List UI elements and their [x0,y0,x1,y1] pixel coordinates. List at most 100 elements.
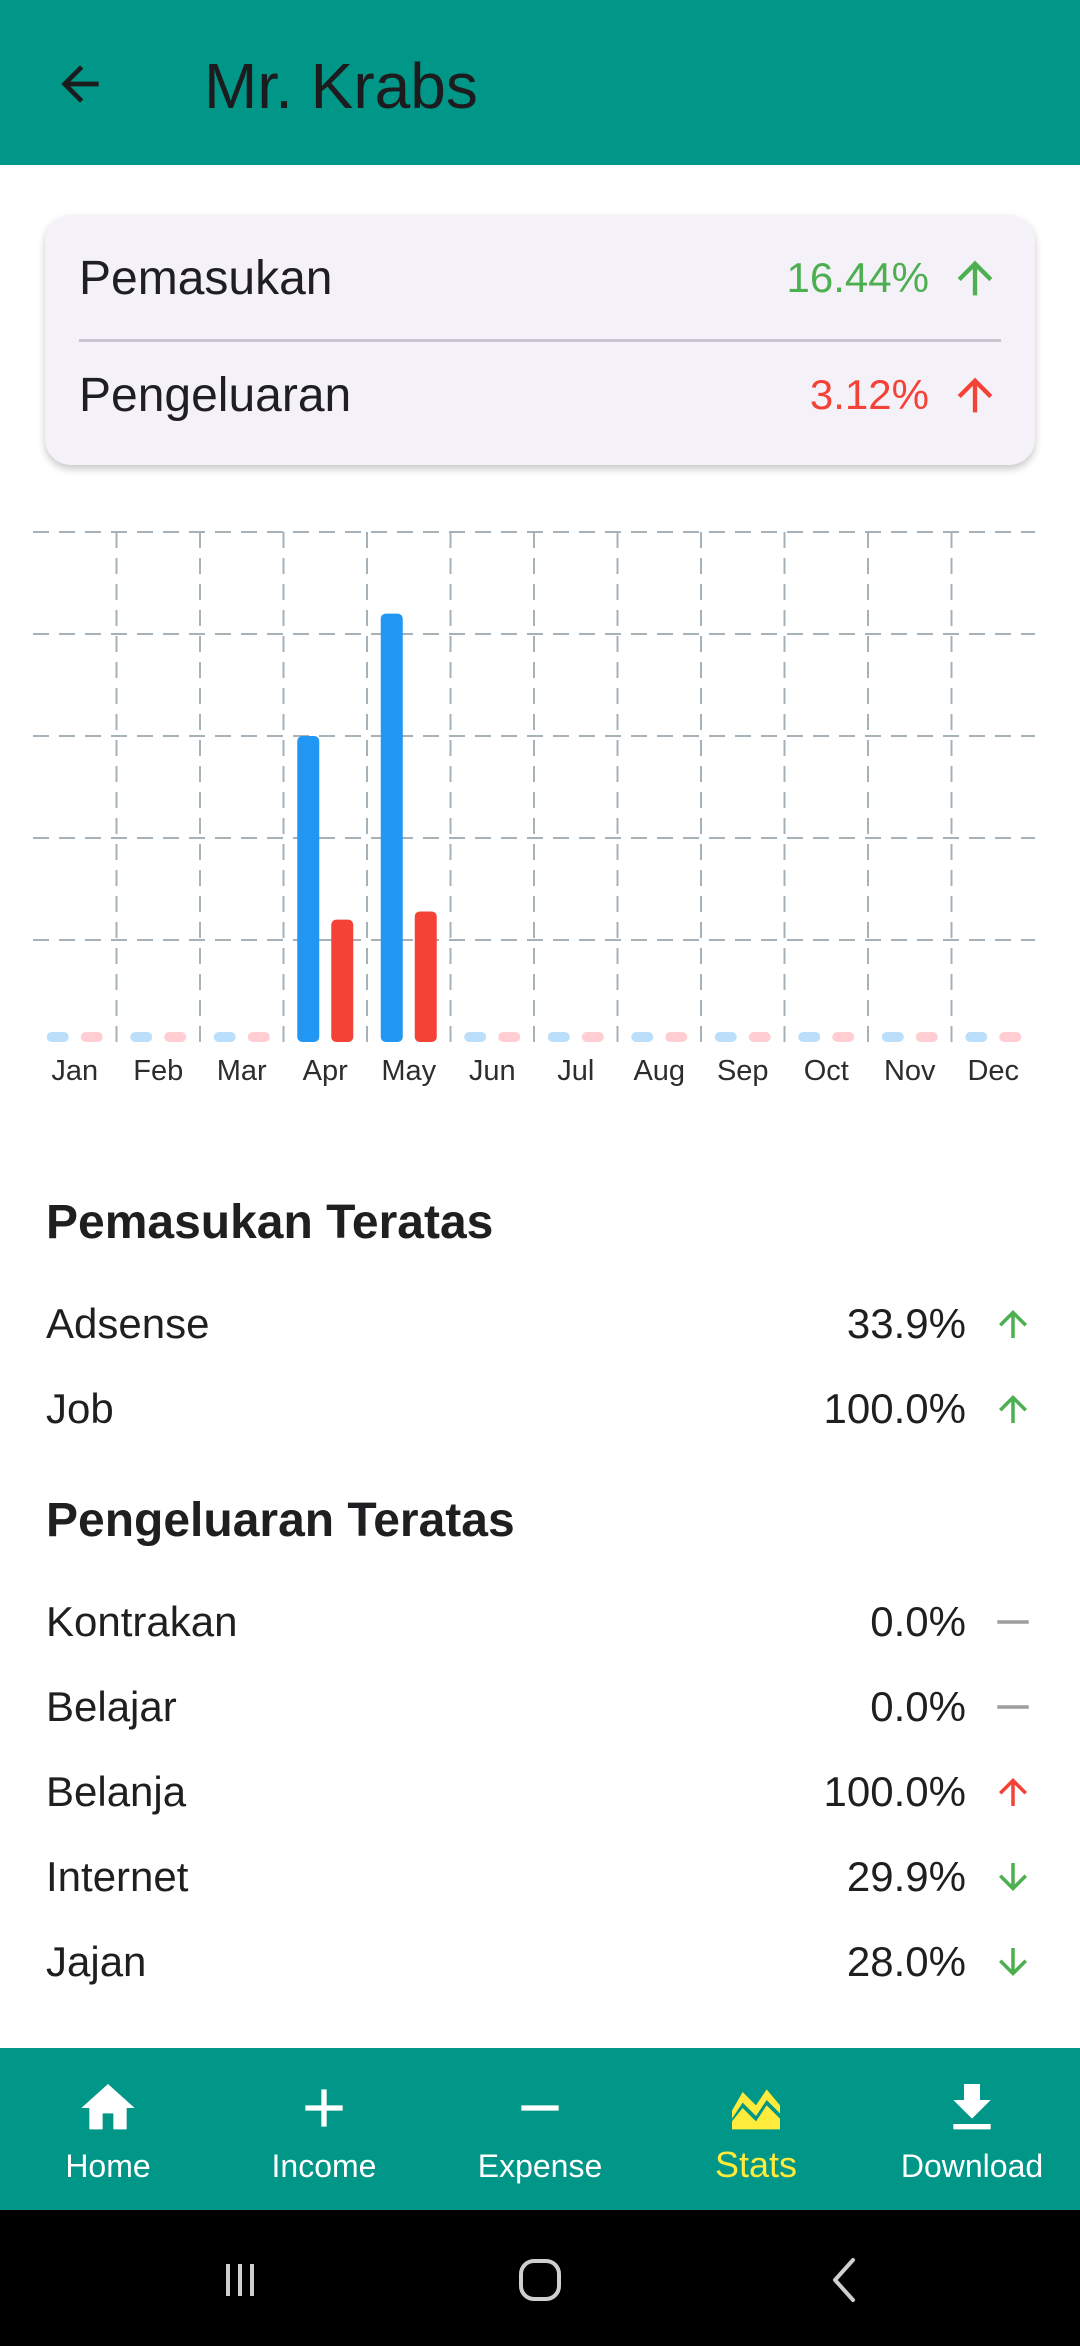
nav-income[interactable]: Income [216,2048,432,2210]
chart-bar [798,1032,821,1042]
list-item-label: Internet [46,1853,189,1900]
chart-bar [965,1032,988,1042]
back-button[interactable] [40,44,120,124]
chart-bar [464,1032,487,1042]
list-item: Belajar 0.0% [46,1677,1034,1737]
chart-bar [331,919,354,1042]
chart-bar [297,736,320,1042]
x-axis-tick-label: Mar [217,1055,267,1087]
stats-icon [732,2089,780,2130]
summary-expense-value: 3.12% [809,371,929,418]
x-axis-tick-label: Apr [303,1055,348,1087]
nav-stats[interactable]: Stats [648,2048,864,2210]
chart-bar [748,1032,771,1042]
top-income-title: Pemasukan Teratas [46,1196,494,1249]
arrow-up-icon [957,260,993,296]
chart-bar [80,1032,103,1042]
top-expense-title: Pengeluaran Teratas [46,1494,515,1547]
x-axis-tick-label: May [381,1055,436,1087]
x-axis-tick-label: Aug [633,1055,685,1087]
plus-icon [305,2089,343,2127]
chart-bar [881,1032,904,1042]
arrow-up-icon [999,1778,1027,1806]
monthly-bar-chart: Jan Feb Mar Apr May Jun Jul Aug Sep Oct Nov Dec [33,531,1035,1087]
list-item-value: 29.9% [846,1853,966,1900]
x-axis-tick-label: Jun [469,1055,516,1087]
dash-icon [997,1705,1029,1709]
list-item-value: 0.0% [870,1598,966,1645]
summary-income-label: Pemasukan [79,251,333,305]
nav-expense-label: Expense [477,2148,603,2184]
list-item-label: Belajar [46,1683,177,1730]
back-chevron-icon [833,2258,855,2302]
download-icon [953,2084,991,2130]
chart-bar [130,1032,153,1042]
home-circle-icon [519,2259,561,2301]
nav-income-label: Income [271,2148,377,2184]
summary-expense-label: Pengeluaran [79,368,352,422]
chart-bar [665,1032,688,1042]
list-item-label: Adsense [46,1300,210,1347]
arrow-left-icon [61,65,99,103]
list-item-value: 100.0% [823,1385,966,1432]
arrow-up-icon [957,377,993,413]
x-axis-tick-label: Feb [133,1055,183,1087]
nav-download-label: Download [900,2148,1044,2184]
x-axis-tick-label: Nov [884,1055,936,1087]
app-bar: Mr. Krabs [0,0,1080,165]
page-title: Mr. Krabs [204,50,478,122]
recent-apps-icon [226,2264,254,2296]
list-item-value: 0.0% [870,1683,966,1730]
stats-screen: Mr. Krabs Pemasukan 16.44% Pengeluaran 3… [0,0,1080,2346]
system-navigation-bar [0,2210,1080,2346]
chart-bar [581,1032,604,1042]
system-back-button[interactable] [805,2240,885,2320]
system-home-button[interactable] [500,2240,580,2320]
chart-bar [213,1032,236,1042]
home-icon [81,2084,135,2130]
chart-bar [247,1032,270,1042]
chart-bar [547,1032,570,1042]
list-item: Kontrakan 0.0% [46,1592,1034,1652]
chart-bar [380,613,403,1042]
recent-apps-button[interactable] [200,2240,280,2320]
chart-bar [631,1032,654,1042]
arrow-down-icon [999,1863,1027,1891]
summary-income-row: Pemasukan 16.44% [79,223,1001,333]
list-item-label: Jajan [46,1938,147,1985]
dash-icon [997,1620,1029,1624]
nav-home[interactable]: Home [0,2048,216,2210]
list-item-value: 28.0% [846,1938,966,1985]
summary-expense-row: Pengeluaran 3.12% [79,340,1001,450]
summary-income-value: 16.44% [786,254,929,301]
x-axis-tick-label: Jul [557,1055,594,1087]
x-axis-tick-label: Oct [804,1055,849,1087]
chart-bar [164,1032,187,1042]
x-axis-tick-label: Dec [967,1055,1019,1087]
chart-bar [915,1032,938,1042]
nav-stats-label: Stats [714,2144,798,2185]
list-item: Jajan 28.0% [46,1932,1034,1992]
nav-expense[interactable]: Expense [432,2048,648,2210]
chart-bar [714,1032,737,1042]
list-item: Job 100.0% [46,1379,1034,1439]
arrow-down-icon [999,1948,1027,1976]
chart-bar [46,1032,69,1042]
list-item-label: Job [46,1385,114,1432]
list-item-value: 33.9% [846,1300,966,1347]
list-item-label: Belanja [46,1768,187,1815]
x-axis-tick-label: Sep [717,1055,769,1087]
bottom-navigation: Home Income Expense Stats Download [0,2048,1080,2210]
list-item-label: Kontrakan [46,1598,238,1645]
list-item-value: 100.0% [823,1768,966,1815]
x-axis-tick-label: Jan [51,1055,98,1087]
summary-card: Pemasukan 16.44% Pengeluaran 3.12% [45,215,1035,465]
list-item: Belanja 100.0% [46,1762,1034,1822]
chart-bar [999,1032,1022,1042]
nav-download[interactable]: Download [864,2048,1080,2210]
list-item: Internet 29.9% [46,1847,1034,1907]
chart-bar [498,1032,521,1042]
minus-icon [521,2105,559,2111]
arrow-up-icon [999,1310,1027,1338]
chart-bar [832,1032,855,1042]
